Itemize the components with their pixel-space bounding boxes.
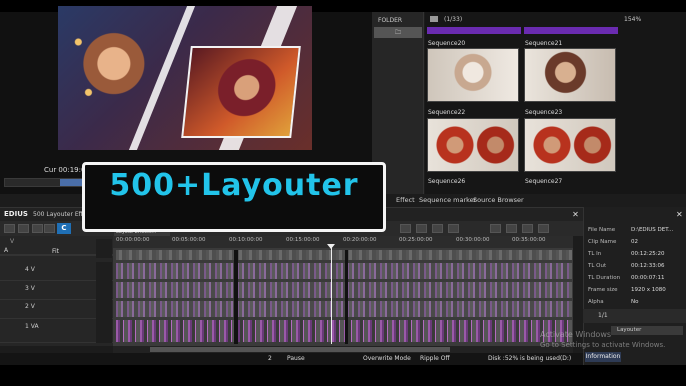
sync-lock-icon[interactable] <box>96 319 112 343</box>
track-name: 1 VA <box>25 323 39 330</box>
ruler-label: 00:10:00:00 <box>229 237 263 243</box>
info-value: 00:00:07:11 <box>631 275 665 281</box>
status-page-number: 2 <box>268 355 272 362</box>
info-key: Alpha <box>588 299 604 305</box>
info-key: File Name <box>588 227 616 233</box>
bin-zoom[interactable]: 154% <box>624 16 641 23</box>
info-key: TL In <box>588 251 602 257</box>
ruler-label: 00:25:00:00 <box>399 237 433 243</box>
sync-lock-icon[interactable] <box>96 239 112 258</box>
settings-icon[interactable] <box>538 224 549 233</box>
sequence-thumbnail[interactable] <box>427 118 519 172</box>
close-icon[interactable]: ✕ <box>571 210 580 219</box>
sequence-label[interactable]: Sequence22 <box>428 109 465 116</box>
timeline-cursor[interactable] <box>331 244 332 344</box>
play-icon[interactable] <box>522 224 533 233</box>
tab-source-browser[interactable]: Source Browser <box>473 196 524 204</box>
ruler-label: 00:05:00:00 <box>172 237 206 243</box>
sync-lock-icon[interactable] <box>96 262 112 281</box>
track-a-label: A <box>4 247 9 254</box>
zoom-fit-select[interactable]: Fit <box>52 248 59 255</box>
mark-in-icon[interactable] <box>490 224 501 233</box>
sequence-label[interactable]: Sequence26 <box>428 178 465 185</box>
app-name: EDIUS <box>4 210 28 218</box>
ruler-label: 00:00:00:00 <box>116 237 150 243</box>
folder-icon <box>430 16 438 22</box>
sequence-thumbnail[interactable] <box>524 118 616 172</box>
info-key: TL Duration <box>588 275 621 281</box>
track-name: 4 V <box>25 266 35 273</box>
ripple-icon[interactable] <box>448 224 459 233</box>
info-key: Clip Name <box>588 239 617 245</box>
info-value: No <box>631 299 639 305</box>
status-disk: Disk :52% is being used(D:) <box>488 355 572 362</box>
sync-lock-icon[interactable] <box>96 300 112 319</box>
status-pause: Pause <box>287 355 305 362</box>
tab-information[interactable]: Information <box>585 352 621 362</box>
sequence-thumbnail[interactable] <box>524 48 616 102</box>
tab-sequence-marker[interactable]: Sequence marker <box>419 196 476 204</box>
ruler-label: 00:30:00:00 <box>456 237 490 243</box>
gap-marker <box>234 250 238 344</box>
ruler-label: 00:35:00:00 <box>512 237 546 243</box>
insert-icon[interactable] <box>400 224 411 233</box>
new-sequence-icon[interactable] <box>4 224 15 233</box>
trim-icon[interactable] <box>432 224 443 233</box>
cut-icon[interactable] <box>18 224 29 233</box>
info-value: 00:12:33:06 <box>631 263 665 269</box>
close-icon[interactable]: ✕ <box>676 210 683 219</box>
mark-out-icon[interactable] <box>506 224 517 233</box>
track-v-label: V <box>10 238 15 245</box>
info-page-indicator: 1/1 <box>598 312 608 319</box>
track-name: 2 V <box>25 303 35 310</box>
clip-strip[interactable] <box>116 250 572 260</box>
clip-mode-icon[interactable]: C <box>57 223 71 234</box>
video-frame <box>58 6 312 150</box>
clip-strip[interactable] <box>116 301 572 317</box>
timeline-cursor-head[interactable] <box>327 244 335 249</box>
activation-watermark: Go to Settings to activate Windows. <box>540 341 666 349</box>
info-value: D:\EDIUS DET... <box>631 227 674 233</box>
info-value: 02 <box>631 239 638 245</box>
clip-strip[interactable] <box>116 263 572 279</box>
gap-marker <box>345 250 348 344</box>
sequence-label[interactable]: Sequence21 <box>525 40 562 47</box>
folder-label: FOLDER <box>378 17 403 24</box>
snap-icon[interactable] <box>44 224 55 233</box>
activation-watermark: Activate Windows <box>540 330 612 339</box>
sync-lock-icon[interactable] <box>96 281 112 300</box>
clip-color-bar <box>524 27 618 34</box>
clip-strip[interactable] <box>116 282 572 298</box>
track-name: 3 V <box>25 285 35 292</box>
clip-color-bar <box>427 27 521 34</box>
sequence-thumbnail[interactable] <box>427 48 519 102</box>
sequence-label[interactable]: Sequence23 <box>525 109 562 116</box>
folder-root-button[interactable]: 🗀 <box>374 27 422 38</box>
bin-count: (1/33) <box>444 16 463 23</box>
info-layer-item[interactable]: Layouter <box>611 326 683 335</box>
banner-title: 500+Layouter <box>109 168 359 203</box>
sequence-label[interactable]: Sequence20 <box>428 40 465 47</box>
bottom-letterbox <box>0 365 686 386</box>
info-value: 1920 x 1080 <box>631 287 666 293</box>
bride-photo-right <box>181 46 301 138</box>
ruler-label: 00:20:00:00 <box>343 237 377 243</box>
status-ripple[interactable]: Ripple Off <box>420 355 450 362</box>
link-icon[interactable] <box>32 224 43 233</box>
tab-effect[interactable]: Effect <box>396 196 415 204</box>
delete-icon[interactable] <box>416 224 427 233</box>
info-key: TL Out <box>588 263 607 269</box>
status-overwrite[interactable]: Overwrite Mode <box>363 355 411 362</box>
ruler-label: 00:15:00:00 <box>286 237 320 243</box>
info-value: 00:12:25:20 <box>631 251 665 257</box>
scrollbar-thumb[interactable] <box>150 347 450 352</box>
clip-strip[interactable] <box>116 320 572 342</box>
sequence-label[interactable]: Sequence27 <box>525 178 562 185</box>
info-key: Frame size <box>588 287 618 293</box>
